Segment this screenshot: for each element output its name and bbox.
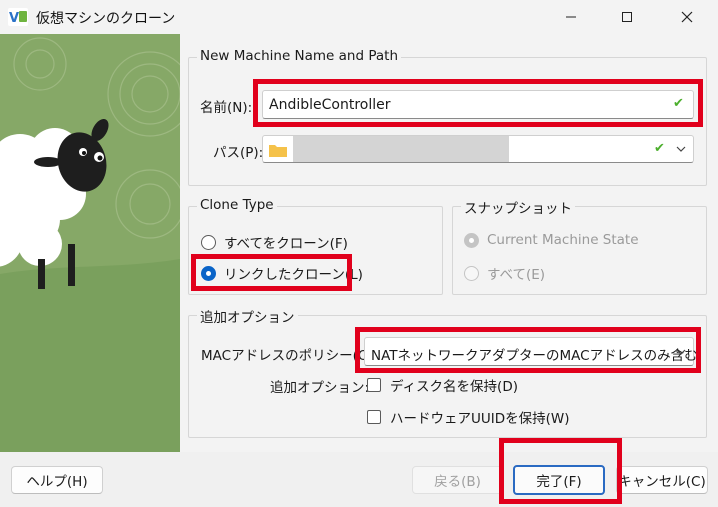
help-button[interactable]: ヘルプ(H): [11, 466, 103, 494]
maximize-button[interactable]: [604, 0, 650, 34]
path-combo[interactable]: ✔: [262, 135, 694, 163]
window-title: 仮想マシンのクローン: [36, 11, 176, 27]
radio-label: すべてをクローン(F): [224, 236, 348, 252]
redacted-path: [293, 136, 509, 162]
extra-options-label: 追加オプション:: [270, 380, 370, 396]
linked-clone-radio[interactable]: リンクしたクローン(L): [201, 263, 363, 283]
group-title: New Machine Name and Path: [197, 48, 402, 64]
valid-check-icon: ✔: [673, 96, 684, 111]
mac-policy-select[interactable]: NATネットワークアダプターのMACアドレスのみ含む: [364, 337, 698, 366]
name-label: 名前(N):: [200, 100, 253, 116]
virtualbox-logo-icon: V: [8, 8, 28, 26]
checkbox-box[interactable]: [367, 410, 381, 424]
path-label: パス(P):: [213, 145, 264, 161]
name-path-group: New Machine Name and Path: [188, 48, 707, 186]
svg-text:V: V: [9, 11, 19, 26]
radio-circle[interactable]: [464, 232, 479, 248]
group-title: Clone Type: [197, 197, 277, 213]
radio-circle[interactable]: [201, 265, 216, 281]
mac-policy-label: MACアドレスのポリシー(O):: [201, 348, 379, 364]
finish-button[interactable]: 完了(F): [513, 465, 605, 495]
radio-label: リンクしたクローン(L): [224, 267, 363, 283]
checkbox-label: ハードウェアUUIDを保持(W): [390, 411, 570, 427]
cancel-button[interactable]: キャンセル(C): [616, 466, 708, 494]
full-clone-radio[interactable]: すべてをクローン(F): [201, 232, 348, 252]
chevron-down-icon: [675, 346, 687, 362]
current-state-radio[interactable]: Current Machine State: [464, 232, 639, 248]
radio-circle[interactable]: [201, 234, 216, 250]
close-button[interactable]: [664, 0, 710, 34]
chevron-down-icon[interactable]: [675, 143, 687, 159]
group-title: 追加オプション: [197, 306, 298, 326]
minimize-button[interactable]: [548, 0, 594, 34]
sheep-illustration: [0, 34, 180, 452]
close-icon: [681, 11, 693, 23]
checkbox-label: ディスク名を保持(D): [390, 379, 518, 395]
all-snapshots-radio[interactable]: すべて(E): [464, 263, 545, 283]
title-bar: V 仮想マシンのクローン: [0, 0, 718, 34]
button-bar: [0, 452, 718, 507]
checkbox-box[interactable]: [367, 378, 381, 392]
valid-check-icon: ✔: [654, 141, 665, 156]
keep-disk-names-checkbox[interactable]: ディスク名を保持(D): [367, 375, 518, 395]
radio-label: Current Machine State: [487, 232, 639, 248]
radio-circle[interactable]: [464, 265, 479, 281]
back-button[interactable]: 戻る(B): [412, 466, 503, 494]
keep-hw-uuids-checkbox[interactable]: ハードウェアUUIDを保持(W): [367, 407, 570, 427]
name-input-value: AndibleController: [269, 97, 391, 113]
radio-label: すべて(E): [487, 267, 546, 283]
mac-policy-value: NATネットワークアダプターのMACアドレスのみ含む: [371, 348, 698, 364]
folder-icon: [269, 143, 287, 161]
group-title: スナップショット: [461, 197, 575, 217]
name-input[interactable]: AndibleController ✔: [262, 90, 694, 119]
